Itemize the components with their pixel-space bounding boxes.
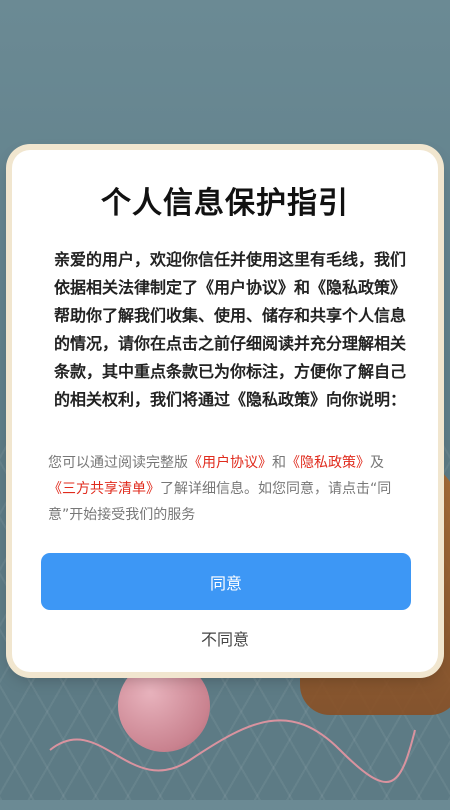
notice-and: 和 (272, 455, 286, 471)
privacy-dialog: 个人信息保护指引 亲爱的用户，欢迎你信任并使用这里有毛线，我们依据相关法律制定了… (12, 150, 438, 672)
privacy-policy-link[interactable]: 《隐私政策》 (286, 455, 370, 471)
disagree-button[interactable]: 不同意 (12, 625, 438, 651)
dialog-title: 个人信息保护指引 (101, 186, 349, 221)
yarn-thread (49, 719, 416, 783)
intro-text: 亲爱的用户，欢迎你信任并使用这里有毛线，我们依据相关法律制定了《用户协议》和《隐… (54, 250, 407, 409)
agree-button[interactable]: 同意 (41, 553, 411, 610)
notice-joiner: 及 (370, 455, 384, 471)
third-party-list-link[interactable]: 《三方共享清单》 (48, 481, 160, 497)
user-agreement-link[interactable]: 《用户协议》 (188, 455, 272, 471)
notice-text: 您可以通过阅读完整版《用户协议》和《隐私政策》及《三方共享清单》了解详细信息。如… (48, 450, 406, 528)
notice-prefix: 您可以通过阅读完整版 (48, 455, 188, 471)
yarn-ball (118, 660, 210, 752)
